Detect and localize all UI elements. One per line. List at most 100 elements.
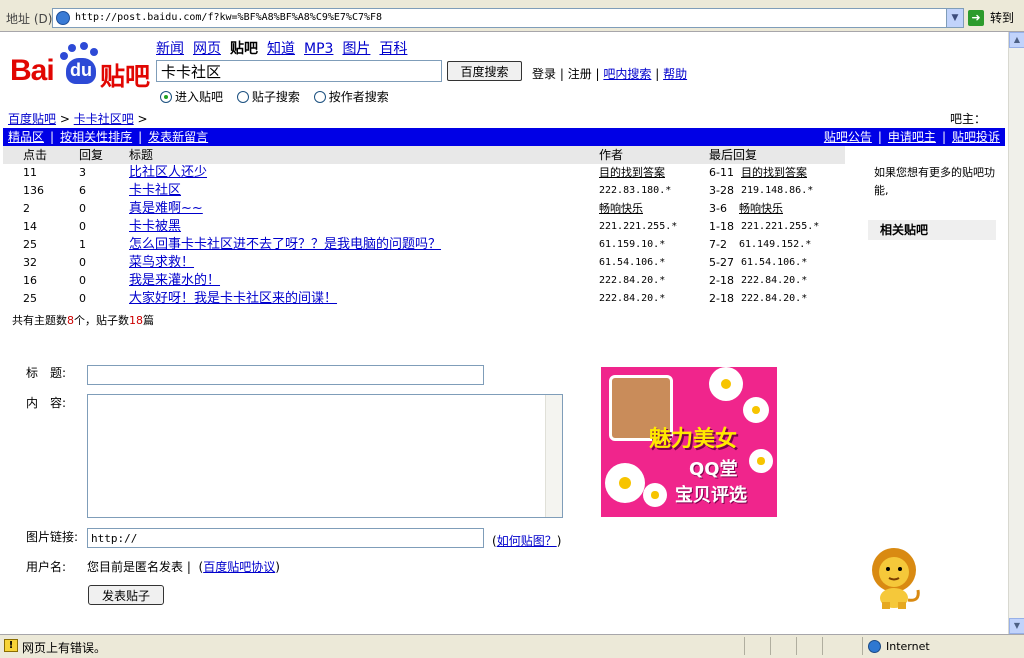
cell-last-ip: 219.148.86.*	[741, 185, 814, 196]
new-post-link[interactable]: 发表新留言	[148, 130, 208, 144]
summary-suffix: 篇	[143, 314, 154, 327]
logo-bai: Bai	[10, 54, 55, 87]
cell-last-date: 2-18	[709, 292, 734, 305]
cell-last-date: 7-2	[709, 238, 727, 251]
flower-icon	[749, 449, 773, 473]
search-button[interactable]: 百度搜索	[447, 61, 522, 81]
last-reply-link[interactable]: 目的找到答案	[741, 164, 807, 182]
content-scrollbar[interactable]	[545, 395, 562, 517]
bar-search-link[interactable]: 吧内搜索	[603, 67, 651, 81]
cell-clicks: 136	[23, 184, 44, 197]
status-divider	[822, 637, 823, 655]
last-reply-link[interactable]: 畅响快乐	[739, 200, 783, 218]
address-dropdown-icon[interactable]: ▼	[946, 9, 963, 27]
cell-replies: 6	[79, 184, 86, 197]
thread-title-link[interactable]: 大家好呀！我是卡卡社区来的间谍！	[129, 290, 337, 308]
radio-post-search[interactable]: 贴子搜索	[236, 88, 300, 105]
ad-headline: 魅力美女	[649, 427, 738, 452]
nav-images[interactable]: 图片	[342, 38, 370, 58]
page-viewport: Bai du 贴吧 新闻网页贴吧 知道 MP3 图片百科 百度搜索 登录 | 注册 |…	[0, 32, 1008, 634]
table-row: 25 1 怎么回事卡卡社区进不去了呀？？是我电脑的问题吗？ 61.159.10.* 7-…	[3, 236, 845, 254]
page-scrollbar[interactable]: ▲ ▼	[1008, 32, 1024, 634]
cell-author-ip: 61.159.10.*	[599, 239, 666, 250]
thread-title-link[interactable]: 我是来灌水的！	[129, 272, 220, 290]
cell-last-date: 1-18	[709, 220, 734, 233]
cell-last-date: 2-18	[709, 274, 734, 287]
thread-title-link[interactable]: 卡卡社区	[129, 182, 181, 200]
login-link[interactable]: 登录	[532, 67, 556, 81]
status-text: 网页上有错误。	[22, 641, 107, 655]
help-link[interactable]: 帮助	[663, 67, 687, 81]
bar-complaint-link[interactable]: 贴吧投诉	[952, 130, 1000, 144]
thread-title-link[interactable]: 怎么回事卡卡社区进不去了呀？？是我电脑的问题吗？	[129, 236, 441, 254]
sort-relevance-link[interactable]: 按相关性排序	[60, 130, 132, 144]
cell-last-date: 3-6	[709, 202, 727, 215]
scroll-up-icon[interactable]: ▲	[1009, 32, 1024, 48]
nav-baike[interactable]: 百科	[379, 38, 407, 58]
topic-count: 8	[67, 314, 74, 327]
thread-summary: 共有主题数8个，贴子数18篇	[12, 312, 154, 328]
nav-mp3[interactable]: MP3	[304, 41, 333, 57]
bar-announcement-link[interactable]: 贴吧公告	[824, 130, 872, 144]
radio-label: 按作者搜索	[328, 90, 389, 104]
ad-banner[interactable]: 魅力美女 QQ堂 宝贝评选	[601, 367, 777, 517]
cell-clicks: 25	[23, 238, 37, 251]
warning-icon[interactable]: !	[4, 639, 18, 652]
cell-last-date: 3-28	[709, 184, 734, 197]
address-label: 地址 (D)	[6, 12, 53, 26]
content-textarea[interactable]	[87, 394, 563, 518]
go-label: 转到	[990, 11, 1015, 25]
featured-link[interactable]: 精品区	[8, 130, 44, 144]
apply-owner-link[interactable]: 申请吧主	[888, 130, 936, 144]
go-arrow-icon: ➜	[968, 10, 984, 26]
address-input[interactable]: http://post.baidu.com/f?kw=%BF%A8%BF%A8%…	[52, 8, 964, 28]
table-row: 25 0 大家好呀！我是卡卡社区来的间谍！ 222.84.20.* 2-18 222.84…	[3, 290, 845, 308]
breadcrumb-home[interactable]: 百度贴吧	[8, 112, 56, 126]
submit-post-button[interactable]: 发表贴子	[88, 585, 164, 605]
summary-mid: 个，贴子数	[74, 314, 129, 327]
sidebar-note: 如果您想有更多的贴吧功能,	[874, 166, 995, 197]
how-image-link[interactable]: 如何贴图？	[497, 534, 557, 548]
radio-icon	[313, 91, 326, 103]
radio-icon	[236, 91, 249, 103]
ad-subline2: 宝贝评选	[675, 485, 747, 506]
header-last-reply: 最后回复	[709, 148, 758, 162]
register-link[interactable]: 注册	[568, 67, 592, 81]
nav-zhidao[interactable]: 知道	[267, 38, 295, 58]
anonymous-text: 您目前是匿名发表	[87, 560, 184, 574]
flower-icon	[743, 397, 769, 423]
nav-web[interactable]: 网页	[193, 38, 221, 58]
radio-enter-bar[interactable]: 进入贴吧	[160, 88, 223, 105]
go-button[interactable]: ➜ 转到	[966, 8, 1020, 28]
author-link[interactable]: 目的找到答案	[599, 164, 665, 182]
logo-paw-icon	[60, 52, 68, 60]
cell-clicks: 25	[23, 292, 37, 305]
logo-tieba: 贴吧	[100, 63, 151, 91]
search-input[interactable]	[156, 60, 442, 82]
flower-icon	[605, 463, 645, 503]
agreement-link[interactable]: 百度贴吧协议	[203, 560, 275, 574]
thread-title-link[interactable]: 比社区人还少	[129, 164, 207, 182]
cell-last-ip: 222.84.20.*	[741, 275, 808, 286]
radio-author-search[interactable]: 按作者搜索	[313, 88, 389, 105]
status-divider	[770, 637, 771, 655]
thread-title-link[interactable]: 卡卡被黑	[129, 218, 181, 236]
breadcrumb-current[interactable]: 卡卡社区吧	[74, 112, 134, 126]
content-label: 内 容:	[26, 396, 67, 410]
author-link[interactable]: 畅响快乐	[599, 200, 643, 218]
title-label: 标 题:	[26, 366, 67, 380]
address-url[interactable]: http://post.baidu.com/f?kw=%BF%A8%BF%A8%…	[75, 12, 382, 23]
baidu-tieba-logo[interactable]: Bai du 贴吧	[10, 42, 150, 91]
breadcrumb: 百度贴吧 > 卡卡社区吧 >	[8, 112, 148, 126]
ad-subline: QQ堂	[689, 459, 738, 480]
thread-title-link[interactable]: 真是难啊~~	[129, 200, 203, 218]
scroll-down-icon[interactable]: ▼	[1009, 618, 1024, 634]
internet-globe-icon	[868, 640, 881, 653]
title-input[interactable]	[87, 365, 484, 385]
image-link-input[interactable]	[87, 528, 484, 548]
nav-news[interactable]: 新闻	[156, 38, 184, 58]
related-bars-title: 相关贴吧	[868, 220, 996, 242]
status-divider	[796, 637, 797, 655]
thread-title-link[interactable]: 菜鸟求救！	[129, 254, 194, 272]
account-links: 登录 | 注册 | 吧内搜索 | 帮助	[532, 67, 688, 81]
